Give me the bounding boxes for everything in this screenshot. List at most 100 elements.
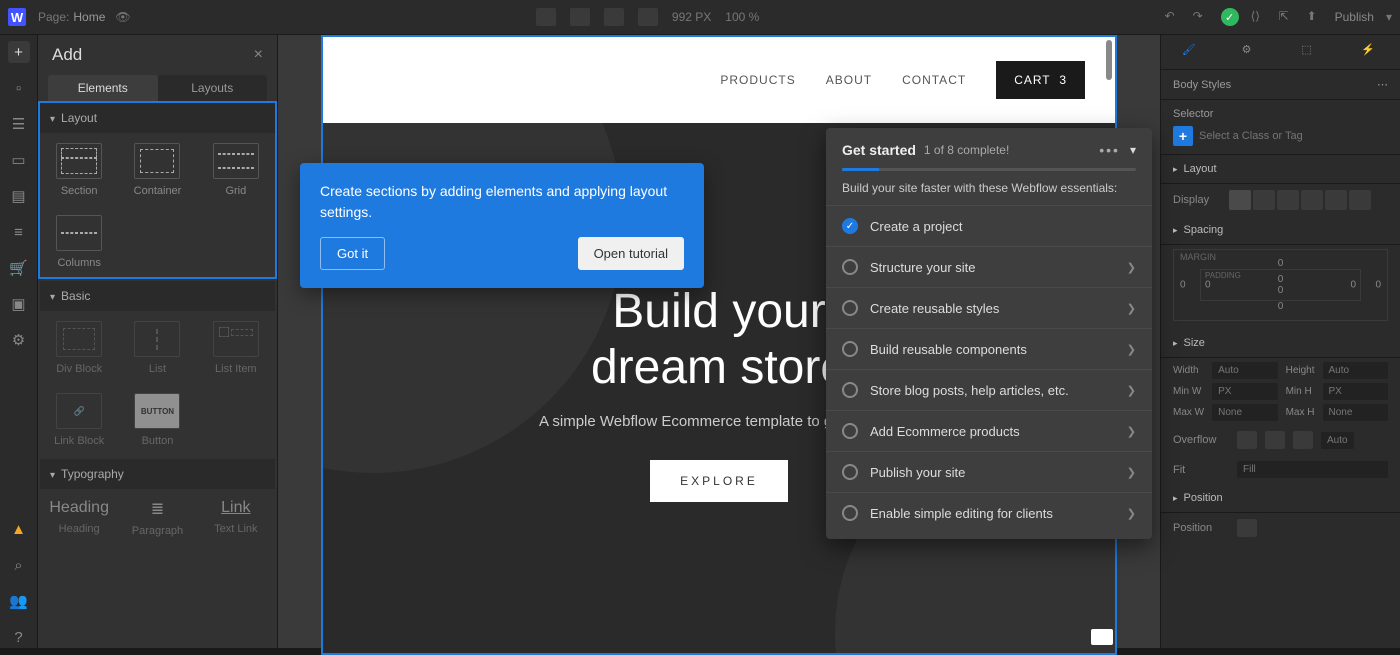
- redo-icon[interactable]: ↷: [1193, 9, 1209, 25]
- undo-icon[interactable]: ↶: [1165, 9, 1181, 25]
- checklist-item[interactable]: Enable simple editing for clients❯: [826, 492, 1152, 533]
- spacing-editor[interactable]: MARGIN 0 0 0 PADDING 0 0 0 0 0: [1173, 249, 1388, 321]
- selector-input[interactable]: [1199, 126, 1388, 146]
- checklist-item[interactable]: Add Ecommerce products❯: [826, 410, 1152, 451]
- display-none-icon[interactable]: [1349, 190, 1371, 210]
- cms-icon[interactable]: ≡: [8, 221, 30, 243]
- display-flex-icon[interactable]: [1253, 190, 1275, 210]
- chevron-down-icon[interactable]: ▾: [1130, 143, 1136, 157]
- users-icon[interactable]: ▣: [8, 293, 30, 315]
- min-width-input[interactable]: PX: [1212, 383, 1277, 400]
- webflow-logo-icon[interactable]: W: [8, 8, 26, 26]
- breakpoint-desktop-icon[interactable]: [570, 8, 590, 26]
- display-inline-block-icon[interactable]: [1301, 190, 1323, 210]
- element-grid[interactable]: Grid: [197, 133, 275, 205]
- style-tab-icon[interactable]: 🖌: [1182, 43, 1200, 61]
- checklist-item[interactable]: Store blog posts, help articles, etc.❯: [826, 369, 1152, 410]
- preview-icon[interactable]: 👁: [115, 10, 130, 24]
- hero-title: Build yourdream store: [591, 284, 847, 394]
- code-icon[interactable]: ⟨⟩: [1251, 9, 1267, 25]
- export-icon[interactable]: ⇱: [1279, 9, 1295, 25]
- position-icon[interactable]: [1237, 519, 1257, 537]
- checklist-item[interactable]: ✓Create a project: [826, 205, 1152, 246]
- min-height-input[interactable]: PX: [1323, 383, 1389, 400]
- style-panel: 🖌 ⚙ ⬚ ⚡ Body Styles⋯ Selector + Layout D…: [1160, 35, 1400, 648]
- overflow-visible-icon[interactable]: [1237, 431, 1257, 449]
- chevron-down-icon[interactable]: ▾: [1386, 10, 1392, 24]
- checklist-item[interactable]: Structure your site❯: [826, 246, 1152, 287]
- canvas-resize-handle[interactable]: [1091, 629, 1113, 645]
- tutorials-icon[interactable]: ?: [8, 626, 30, 648]
- overflow-auto[interactable]: Auto: [1321, 432, 1354, 449]
- height-input[interactable]: Auto: [1323, 362, 1389, 379]
- group-layout-header[interactable]: Layout: [40, 103, 275, 133]
- nav-cart-button[interactable]: CART 3: [996, 61, 1085, 99]
- scrollbar-thumb[interactable]: [1106, 40, 1112, 80]
- ecommerce-icon[interactable]: 🛒: [8, 257, 30, 279]
- section-size[interactable]: Size: [1161, 329, 1400, 358]
- element-section[interactable]: Section: [40, 133, 118, 205]
- section-layout[interactable]: Layout: [1161, 155, 1400, 184]
- display-grid-icon[interactable]: [1277, 190, 1299, 210]
- element-text-link[interactable]: LinkText Link: [197, 489, 275, 547]
- nav-about[interactable]: ABOUT: [826, 73, 872, 87]
- search-icon[interactable]: ⌕: [8, 554, 30, 576]
- tab-elements[interactable]: Elements: [48, 75, 158, 101]
- checklist: ✓Create a project Structure your site❯ C…: [826, 205, 1152, 533]
- max-width-input[interactable]: None: [1212, 404, 1277, 421]
- section-position[interactable]: Position: [1161, 484, 1400, 513]
- breakpoint-mobile-icon[interactable]: [638, 8, 658, 26]
- element-columns[interactable]: Columns: [40, 205, 118, 277]
- navigator-icon[interactable]: ▫: [8, 77, 30, 99]
- publish-button[interactable]: Publish: [1335, 10, 1374, 24]
- breakpoint-tablet-icon[interactable]: [604, 8, 624, 26]
- open-tutorial-button[interactable]: Open tutorial: [578, 237, 684, 270]
- alerts-icon[interactable]: ▲: [8, 518, 30, 540]
- fit-select[interactable]: Fill: [1237, 461, 1388, 478]
- effects-tab-icon[interactable]: ⚡: [1361, 43, 1379, 61]
- max-height-input[interactable]: None: [1323, 404, 1389, 421]
- nav-products[interactable]: PRODUCTS: [720, 73, 795, 87]
- display-inline-icon[interactable]: [1325, 190, 1347, 210]
- element-button[interactable]: BUTTONButton: [118, 383, 196, 455]
- element-div-block[interactable]: Div Block: [40, 311, 118, 383]
- element-list[interactable]: List: [118, 311, 196, 383]
- tab-layouts[interactable]: Layouts: [158, 75, 268, 101]
- nav-contact[interactable]: CONTACT: [902, 73, 966, 87]
- hero-cta-button[interactable]: EXPLORE: [650, 460, 788, 502]
- page-name[interactable]: Home: [73, 10, 105, 24]
- checklist-item[interactable]: Publish your site❯: [826, 451, 1152, 492]
- more-icon[interactable]: ⋯: [1377, 78, 1388, 91]
- pages-icon[interactable]: ☰: [8, 113, 30, 135]
- breakpoint-base-icon[interactable]: [536, 8, 556, 26]
- element-heading[interactable]: HeadingHeading: [40, 489, 118, 547]
- got-it-button[interactable]: Got it: [320, 237, 385, 270]
- chevron-right-icon: ❯: [1127, 425, 1136, 438]
- section-spacing[interactable]: Spacing: [1161, 216, 1400, 245]
- element-container[interactable]: Container: [118, 133, 196, 205]
- settings-tab-icon[interactable]: ⚙: [1242, 43, 1260, 61]
- add-class-icon[interactable]: +: [1173, 126, 1193, 146]
- settings-icon[interactable]: ⚙: [8, 329, 30, 351]
- audit-icon[interactable]: ⬆: [1307, 9, 1323, 25]
- checklist-item[interactable]: Build reusable components❯: [826, 328, 1152, 369]
- overflow-scroll-icon[interactable]: [1293, 431, 1313, 449]
- assets-icon[interactable]: ▤: [8, 185, 30, 207]
- add-elements-icon[interactable]: +: [8, 41, 30, 63]
- check-circle-icon: [842, 259, 858, 275]
- overflow-hidden-icon[interactable]: [1265, 431, 1285, 449]
- page-prefix: Page:: [38, 10, 69, 24]
- more-icon[interactable]: •••: [1099, 142, 1120, 158]
- close-icon[interactable]: ×: [254, 46, 263, 64]
- interactions-tab-icon[interactable]: ⬚: [1301, 43, 1319, 61]
- display-block-icon[interactable]: [1229, 190, 1251, 210]
- group-typography-header[interactable]: Typography: [40, 459, 275, 489]
- element-list-item[interactable]: List Item: [197, 311, 275, 383]
- checklist-item[interactable]: Create reusable styles❯: [826, 287, 1152, 328]
- components-icon[interactable]: ▭: [8, 149, 30, 171]
- help-icon[interactable]: 👥: [8, 590, 30, 612]
- width-input[interactable]: Auto: [1212, 362, 1277, 379]
- element-link-block[interactable]: 🔗Link Block: [40, 383, 118, 455]
- group-basic-header[interactable]: Basic: [40, 281, 275, 311]
- element-paragraph[interactable]: ≣Paragraph: [118, 489, 196, 547]
